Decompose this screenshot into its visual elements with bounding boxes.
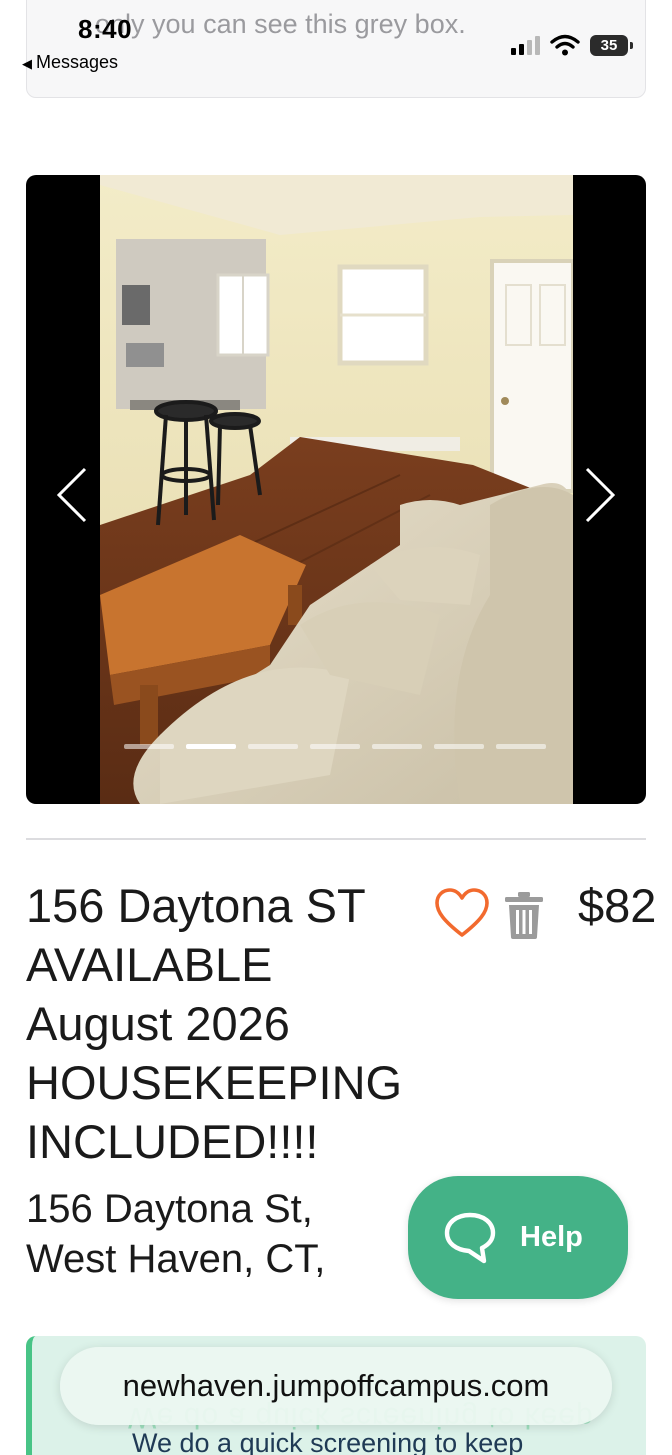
listing-address: 156 Daytona St, West Haven, CT, 06516	[26, 1187, 326, 1288]
cellular-signal-icon	[511, 35, 540, 55]
delete-listing-button[interactable]	[502, 890, 546, 940]
status-time: 8:40	[78, 14, 133, 44]
section-divider	[26, 838, 646, 840]
help-button[interactable]: Help	[408, 1176, 628, 1299]
status-icons: 35	[511, 34, 633, 56]
carousel-dot[interactable]	[248, 744, 298, 749]
photo-carousel[interactable]	[26, 175, 646, 804]
carousel-dot[interactable]	[496, 744, 546, 749]
living-room-photo	[100, 175, 573, 804]
listing-title: 156 Daytona ST AVAILABLE August 2026 HOU…	[26, 879, 403, 1168]
battery-icon: 35	[590, 34, 633, 56]
chevron-left-icon	[56, 467, 87, 523]
trash-icon	[505, 892, 543, 939]
carousel-dot[interactable]	[434, 744, 484, 749]
url-text: newhaven.jumpoffcampus.com	[122, 1368, 550, 1403]
carousel-dot[interactable]	[372, 744, 422, 749]
help-label: Help	[520, 1221, 583, 1253]
banner-text: We do a quick screening to keep	[132, 1428, 524, 1455]
next-photo-button[interactable]	[580, 465, 620, 525]
back-to-messages[interactable]: ◀ Messages	[22, 52, 118, 73]
wifi-icon	[550, 34, 580, 56]
carousel-dots	[124, 744, 546, 749]
heart-icon	[435, 888, 489, 937]
carousel-dot[interactable]	[124, 744, 174, 749]
back-label: Messages	[36, 52, 119, 72]
favorite-button[interactable]	[434, 888, 490, 940]
listing-photo[interactable]	[100, 175, 573, 804]
back-triangle-icon: ◀	[22, 56, 32, 71]
browser-url-bar[interactable]: newhaven.jumpoffcampus.com	[60, 1347, 612, 1425]
carousel-dot[interactable]	[310, 744, 360, 749]
listing-price: $82	[578, 879, 657, 932]
previous-photo-button[interactable]	[52, 465, 92, 525]
chat-bubble-icon	[444, 1212, 496, 1263]
chevron-right-icon	[585, 467, 616, 523]
carousel-dot[interactable]	[186, 744, 236, 749]
status-bar: 8:40 ◀ Messages 35	[0, 0, 672, 80]
